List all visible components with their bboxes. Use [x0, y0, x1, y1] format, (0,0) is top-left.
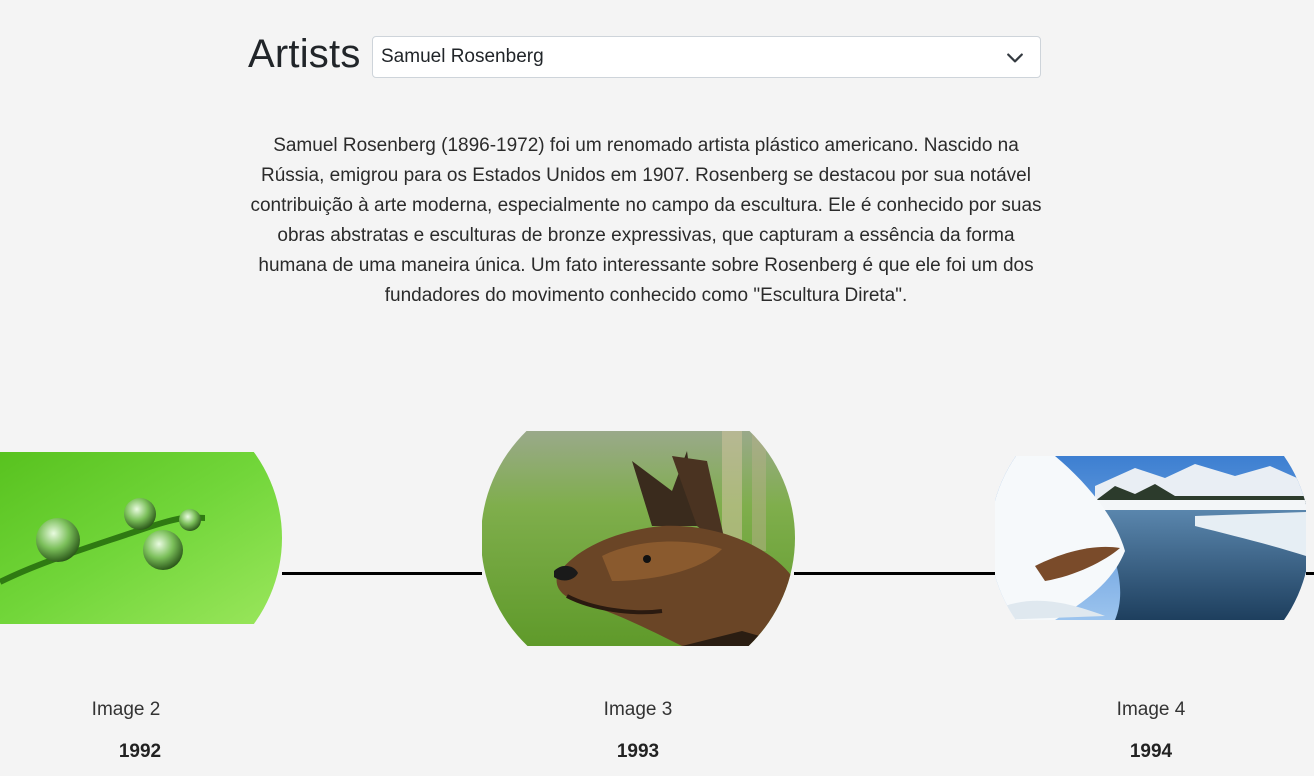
timeline-label: Image 2: [91, 699, 161, 720]
artist-select[interactable]: Samuel Rosenberg: [372, 36, 1041, 78]
timeline-connector: [1306, 572, 1314, 575]
header: Artists: [248, 30, 361, 78]
timeline-label: Image 4: [1116, 699, 1186, 720]
timeline-connector: [282, 572, 482, 575]
timeline-connector: [794, 572, 996, 575]
artist-select-value: Samuel Rosenberg: [381, 46, 544, 67]
artist-bio: Samuel Rosenberg (1896-1972) foi um reno…: [250, 135, 1042, 306]
timeline-label: Image 3: [603, 699, 673, 720]
timeline-year: 1992: [118, 741, 162, 762]
page: Artists Samuel Rosenberg Samuel Rosenber…: [0, 0, 1314, 776]
page-title: Artists: [248, 32, 361, 76]
timeline-image-snow-river[interactable]: [995, 456, 1306, 620]
timeline-image-droplets[interactable]: [0, 452, 282, 624]
timeline-year: 1994: [1129, 741, 1173, 762]
chevron-down-icon: [1007, 53, 1023, 63]
timeline-year: 1993: [616, 741, 660, 762]
timeline-image-dog[interactable]: [482, 431, 795, 646]
